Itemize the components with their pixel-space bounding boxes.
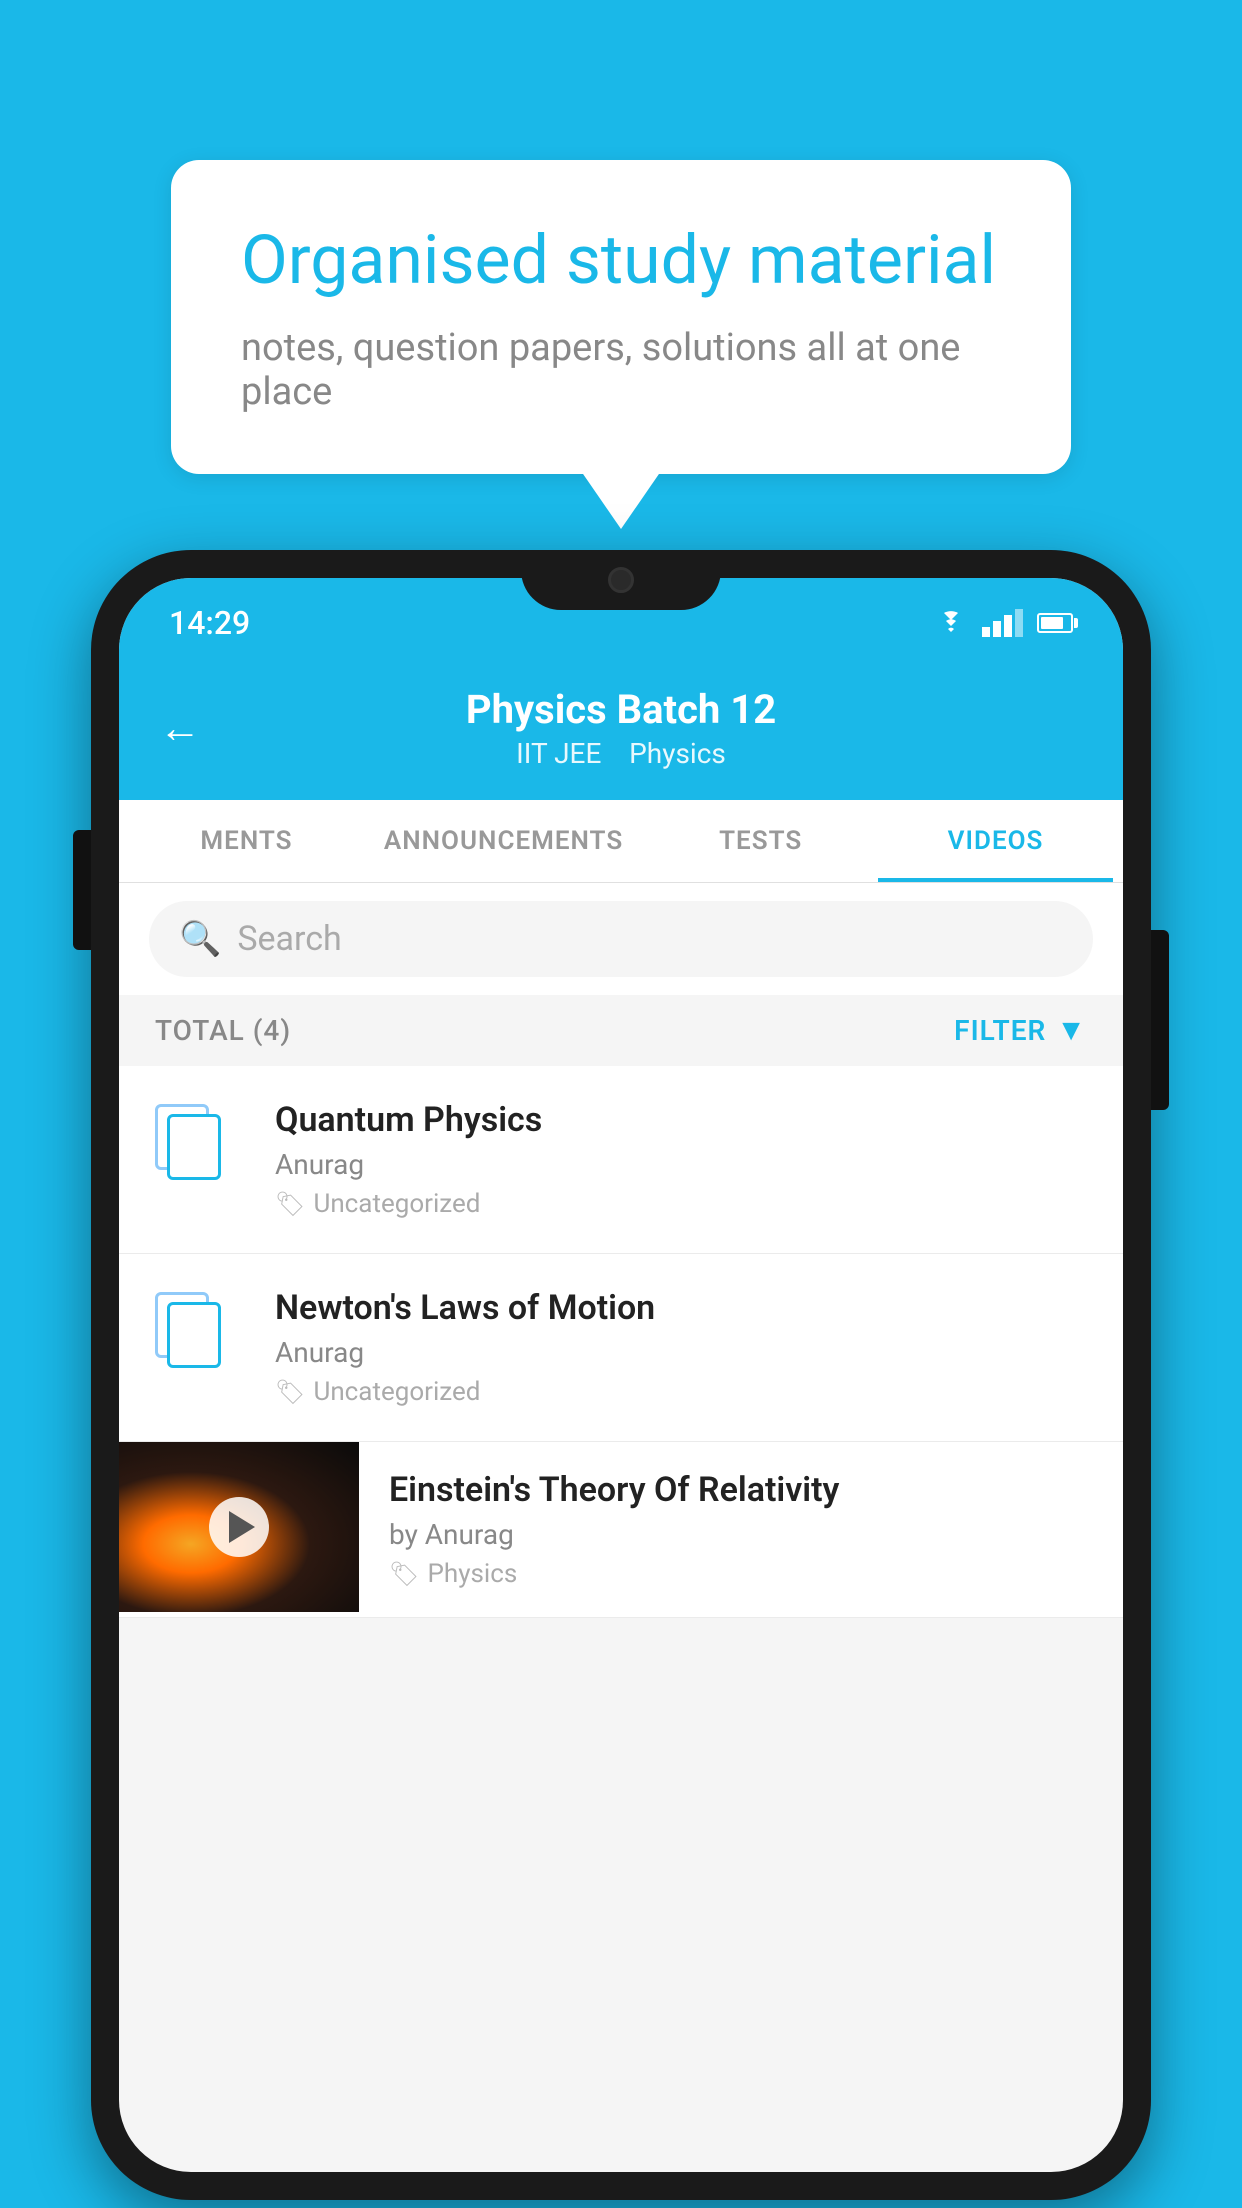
status-time: 14:29	[169, 604, 250, 642]
speech-bubble: Organised study material notes, question…	[171, 160, 1071, 474]
search-icon: 🔍	[179, 919, 221, 959]
play-button[interactable]	[209, 1497, 269, 1557]
item-tag: 🏷 Uncategorized	[275, 1377, 1087, 1407]
video-author: by Anurag	[389, 1518, 1093, 1551]
list-item[interactable]: Newton's Laws of Motion Anurag 🏷 Uncateg…	[119, 1254, 1123, 1442]
app-header: ← Physics Batch 12 IIT JEE Physics	[119, 658, 1123, 800]
filter-label: FILTER	[954, 1014, 1046, 1047]
back-button[interactable]: ←	[159, 704, 201, 753]
search-bar[interactable]: 🔍 Search	[149, 901, 1093, 977]
video-thumbnail	[119, 1442, 359, 1612]
tag-icon: 🏷	[389, 1560, 419, 1588]
video-tag: 🏷 Physics	[389, 1559, 1093, 1589]
tag-label: Physics	[427, 1559, 517, 1589]
bubble-subtitle: notes, question papers, solutions all at…	[241, 326, 1001, 414]
tag-icon: 🏷	[275, 1190, 305, 1218]
signal-bars-icon	[982, 609, 1023, 637]
tab-announcements[interactable]: ANNOUNCEMENTS	[364, 800, 643, 882]
content-list: Quantum Physics Anurag 🏷 Uncategorized	[119, 1066, 1123, 1618]
hero-section: Organised study material notes, question…	[0, 0, 1242, 474]
video-title: Einstein's Theory Of Relativity	[389, 1470, 1093, 1510]
battery-icon	[1037, 613, 1073, 633]
tabs-bar: MENTS ANNOUNCEMENTS TESTS VIDEOS	[119, 800, 1123, 883]
search-input[interactable]: Search	[237, 919, 341, 959]
item-title: Quantum Physics	[275, 1100, 1087, 1140]
phone-outer: 14:29	[91, 550, 1151, 2200]
header-subtitle-part2: Physics	[629, 737, 726, 770]
tab-tests[interactable]: TESTS	[643, 800, 878, 882]
tag-label: Uncategorized	[313, 1189, 480, 1219]
header-title-section: Physics Batch 12 IIT JEE Physics	[231, 686, 1011, 770]
header-subtitle-part1: IIT JEE	[516, 737, 601, 770]
document-icon	[155, 1292, 245, 1382]
item-tag: 🏷 Uncategorized	[275, 1189, 1087, 1219]
tab-videos[interactable]: VIDEOS	[878, 800, 1113, 882]
item-content: Newton's Laws of Motion Anurag 🏷 Uncateg…	[275, 1288, 1087, 1407]
document-icon	[155, 1104, 245, 1194]
search-section: 🔍 Search	[119, 883, 1123, 995]
item-content: Quantum Physics Anurag 🏷 Uncategorized	[275, 1100, 1087, 1219]
status-icons	[934, 609, 1073, 637]
item-author: Anurag	[275, 1148, 1087, 1181]
bubble-title: Organised study material	[241, 220, 1001, 302]
item-title: Newton's Laws of Motion	[275, 1288, 1087, 1328]
camera	[608, 567, 634, 593]
play-icon	[229, 1511, 255, 1543]
tag-icon: 🏷	[275, 1378, 305, 1406]
filter-funnel-icon: ▼	[1056, 1013, 1087, 1048]
item-author: Anurag	[275, 1336, 1087, 1369]
filter-button[interactable]: FILTER ▼	[954, 1013, 1087, 1048]
phone-screen: 14:29	[119, 578, 1123, 2172]
tag-label: Uncategorized	[313, 1377, 480, 1407]
list-item[interactable]: Quantum Physics Anurag 🏷 Uncategorized	[119, 1066, 1123, 1254]
tab-ments[interactable]: MENTS	[129, 800, 364, 882]
wifi-icon	[934, 610, 968, 636]
phone-mockup: 14:29	[91, 550, 1151, 2200]
video-content: Einstein's Theory Of Relativity by Anura…	[359, 1442, 1123, 1617]
filter-bar: TOTAL (4) FILTER ▼	[119, 995, 1123, 1066]
list-item-video[interactable]: Einstein's Theory Of Relativity by Anura…	[119, 1442, 1123, 1618]
total-count: TOTAL (4)	[155, 1014, 291, 1047]
header-title: Physics Batch 12	[231, 686, 1011, 733]
phone-notch	[521, 550, 721, 610]
header-subtitle: IIT JEE Physics	[231, 737, 1011, 770]
